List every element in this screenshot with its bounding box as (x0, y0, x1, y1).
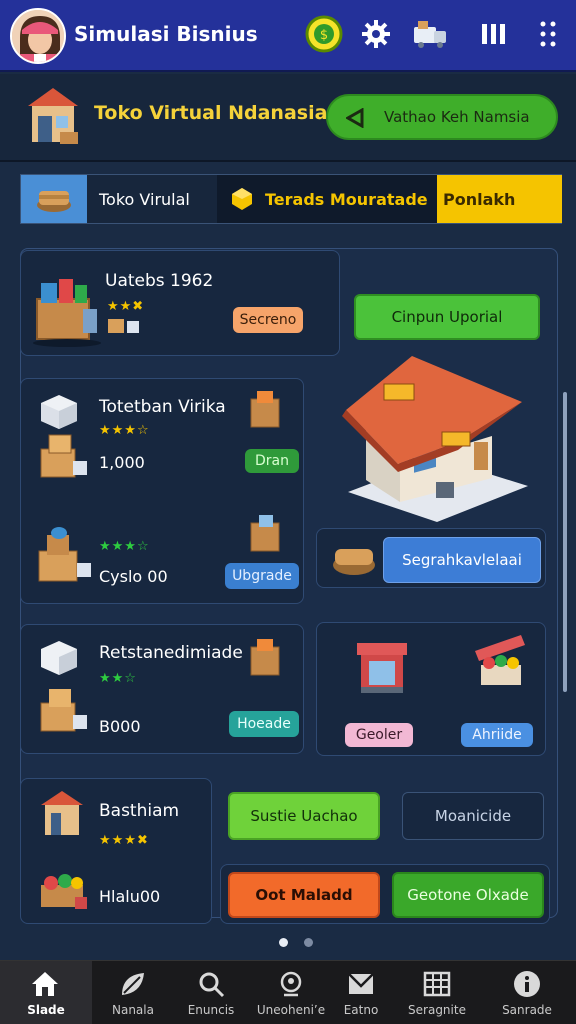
pager-dot[interactable] (304, 938, 313, 947)
shop-illustration (342, 346, 532, 530)
card-title: Totetban Virika (99, 397, 226, 417)
gem-icon (232, 188, 252, 210)
crate-icon (247, 637, 283, 683)
hoeade-button[interactable]: Hoeade (229, 711, 299, 737)
profile-icon (280, 971, 302, 997)
nav-item-enuncis[interactable]: Enuncis (170, 961, 252, 1024)
gear-icon[interactable] (356, 14, 396, 54)
rating-stars: ★★☆ (99, 671, 137, 686)
scrollbar[interactable] (563, 392, 567, 692)
ahriide-button[interactable]: Ahriide (461, 723, 533, 747)
boxes-icon (37, 685, 93, 739)
moanicide-button[interactable]: Moanicide (402, 792, 544, 840)
nav-item-eatno[interactable]: Eatno (320, 961, 402, 1024)
kiosk-icon (355, 631, 409, 701)
rating-stars: ★★★☆ (99, 539, 150, 554)
info-icon (514, 971, 540, 997)
item-card-left: Totetban Virika ★★★☆ 1,000 Dran ★★★☆ Cys… (20, 378, 304, 604)
shop-action-card: Segrahkavlelaai (316, 528, 546, 588)
tab-label: Toko Virulal (99, 190, 190, 209)
app-title: Simulasi Bisnius (74, 22, 258, 46)
item-value: Cyslo 00 (99, 567, 168, 586)
dran-button[interactable]: Dran (245, 449, 299, 473)
rating-stars: ★★✖ (107, 299, 145, 314)
mail-icon (348, 973, 374, 994)
tab-toko-virtual[interactable]: Toko Virulal (21, 175, 217, 223)
oot-maladd-button[interactable]: Oot Maladd (228, 872, 380, 918)
secreno-badge[interactable]: Secreno (233, 307, 303, 333)
search-icon (199, 972, 225, 998)
box-icon (331, 539, 377, 581)
geotone-olxade-button[interactable]: Geotone Olxade (392, 872, 544, 918)
cinpun-uporial-button[interactable]: Cinpun Uporial (354, 294, 540, 340)
boxes-icon (37, 431, 93, 485)
upgrade-button[interactable]: Ubgrade (225, 563, 299, 589)
grid-icon (423, 971, 451, 997)
item-card-retstaned: Retstanedimiade ★★☆ B000 Hoeade (20, 624, 304, 754)
item-value: 1,000 (99, 453, 145, 472)
tab-label: Terads Mouratade (265, 190, 428, 209)
avatar[interactable] (10, 8, 66, 64)
nav-item-seragnite[interactable]: Seragnite (396, 961, 478, 1024)
featured-card[interactable]: Uatebs 1962 ★★✖ Secreno (20, 250, 340, 356)
home-icon (32, 972, 58, 996)
top-bar: Simulasi Bisnius $ (0, 0, 576, 72)
tab-trades[interactable]: Terads Mouratade (217, 175, 437, 223)
nav-label: Slade (27, 1003, 65, 1017)
box-stack-icon (37, 523, 95, 589)
sustie-uachao-button[interactable]: Sustie Uachao (228, 792, 380, 840)
visit-shop-button[interactable]: Vathao Keh Namsia (326, 94, 558, 140)
svg-text:$: $ (320, 28, 328, 43)
stall-icon (471, 631, 529, 701)
tab-label: Ponlakh (443, 190, 516, 209)
pager-dot-active[interactable] (279, 938, 288, 947)
store-crate-icon (31, 263, 103, 351)
coin-icon[interactable]: $ (304, 14, 344, 54)
visit-shop-label: Vathao Keh Namsia (384, 108, 530, 126)
arrow-left-icon (346, 108, 364, 128)
item-value: B000 (99, 717, 141, 736)
more-icon[interactable] (528, 14, 568, 54)
item-card-basthiam: Basthiam ★★★✖ Hlalu00 (20, 778, 212, 924)
crate-icon (247, 389, 283, 435)
tab-ponlakh[interactable]: Ponlakh (437, 175, 562, 223)
nav-item-sanrade[interactable]: Sanrade (486, 961, 568, 1024)
item-value: Hlalu00 (99, 887, 161, 906)
mini-shops-card: Geoler Ahriide (316, 622, 546, 756)
pause-icon[interactable] (474, 14, 514, 54)
tab-strip: Toko Virulal Terads Mouratade Ponlakh (20, 174, 562, 224)
rating-stars: ★★★✖ (99, 833, 149, 848)
crate-icon (247, 513, 283, 559)
card-title: Retstanedimiade (99, 643, 243, 663)
nav-label: Enuncis (187, 1003, 235, 1017)
shop-icon (39, 787, 85, 843)
bottom-nav: Slade Nanala Enuncis Uneoheni’e Eatno Se… (0, 960, 576, 1024)
geoler-button[interactable]: Geoler (345, 723, 413, 747)
cube-icon (39, 639, 79, 681)
box-tab-icon (21, 175, 87, 223)
shop-name: Toko Virtual Ndanasia (94, 102, 328, 124)
nav-item-slade[interactable]: Slade (0, 961, 92, 1024)
produce-crate-icon (35, 867, 93, 917)
nav-label: Nanala (112, 1003, 154, 1017)
nav-label: Eatno (343, 1003, 379, 1017)
shop-icon (24, 82, 82, 152)
card-title: Uatebs 1962 (105, 271, 214, 291)
card-title: Basthiam (99, 801, 180, 821)
nav-label: Sanrade (502, 1003, 552, 1017)
nav-item-nanala[interactable]: Nanala (92, 961, 174, 1024)
segrahkavlelaai-button[interactable]: Segrahkavlelaai (383, 537, 541, 583)
leaf-icon (122, 973, 144, 995)
rating-stars: ★★★☆ (99, 423, 150, 438)
mini-box-icon (107, 313, 143, 339)
cube-icon (39, 393, 79, 435)
delivery-icon[interactable] (410, 14, 450, 54)
nav-label: Seragnite (408, 1003, 466, 1017)
